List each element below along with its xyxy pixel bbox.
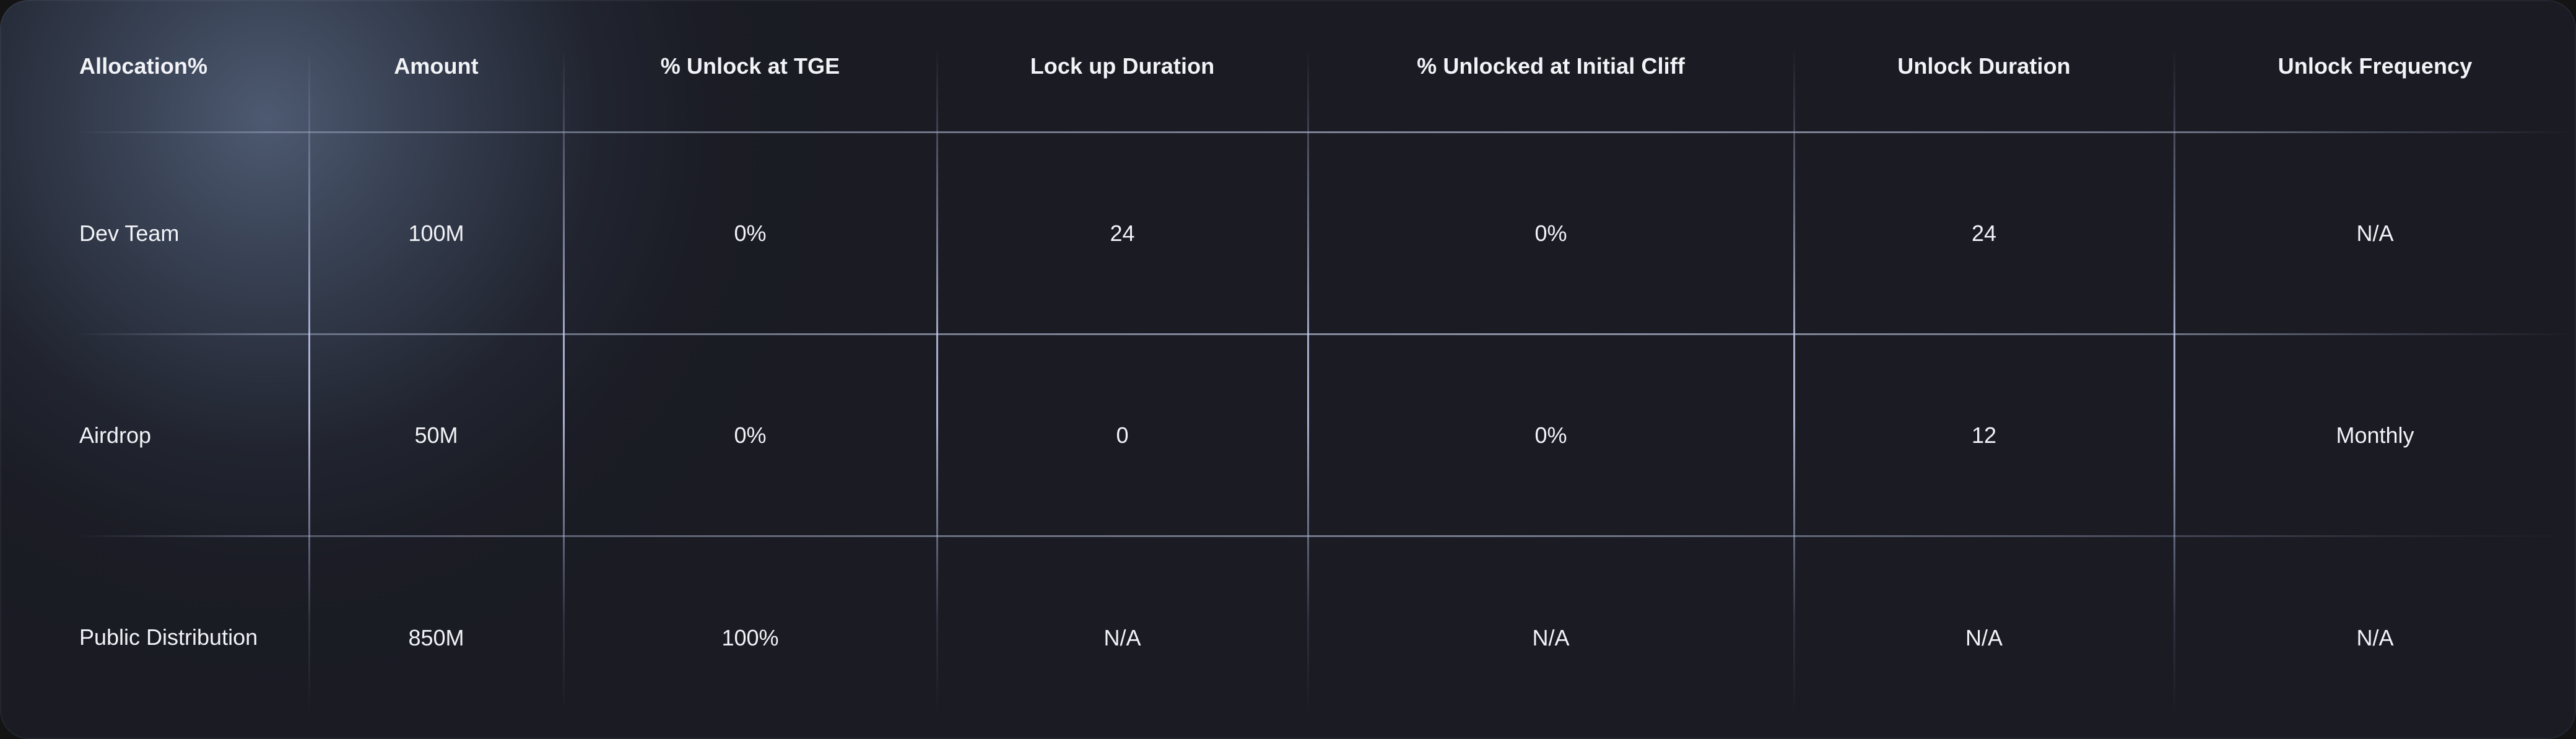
column-header-unlock-frequency-label: Unlock Frequency bbox=[2278, 53, 2473, 79]
unlock-frequency-value: Monthly bbox=[2336, 422, 2414, 448]
column-header-allocation-label: Allocation% bbox=[79, 53, 208, 79]
cell-unlock-at-tge: 100% bbox=[564, 536, 938, 739]
column-header-lock-up-duration-label: Lock up Duration bbox=[1030, 53, 1215, 79]
tokenomics-allocation-card: Allocation% Amount % Unlock at TGE Lock … bbox=[0, 0, 2576, 739]
cell-lock-up-duration: N/A bbox=[937, 536, 1309, 739]
cell-allocation: Airdrop bbox=[0, 335, 2576, 537]
amount-value: 50M bbox=[414, 422, 458, 448]
table-row[interactable]: Airdrop 50M 0% 0 0% 12 Monthly bbox=[0, 335, 2576, 537]
header-row: Allocation% Amount % Unlock at TGE Lock … bbox=[0, 0, 2576, 133]
table-row[interactable]: Public Distribution 850M 100% N/A N/A N/… bbox=[0, 536, 2576, 739]
cell-unlock-at-tge: 0% bbox=[564, 133, 938, 335]
column-header-unlock-duration[interactable]: Unlock Duration bbox=[1794, 0, 2175, 133]
unlock-frequency-value: N/A bbox=[2356, 221, 2394, 246]
table-row[interactable]: Dev Team 100M 0% 24 0% 24 N/A bbox=[0, 133, 2576, 335]
cell-unlock-frequency: Monthly bbox=[2174, 335, 2576, 536]
column-header-allocation[interactable]: Allocation% bbox=[0, 0, 2576, 133]
amount-value: 850M bbox=[408, 624, 464, 650]
amount-value: 100M bbox=[408, 221, 464, 246]
allocation-table: Allocation% Amount % Unlock at TGE Lock … bbox=[0, 0, 2576, 739]
cell-amount: 100M bbox=[309, 133, 565, 335]
lock-up-duration-value: N/A bbox=[1103, 624, 1141, 650]
table-body: Dev Team 100M 0% 24 0% 24 N/A Airdrop 50… bbox=[0, 133, 2576, 739]
unlock-frequency-value: N/A bbox=[2356, 624, 2394, 650]
cell-unlock-duration: N/A bbox=[1794, 536, 2175, 739]
column-header-unlock-frequency[interactable]: Unlock Frequency bbox=[2174, 0, 2576, 133]
column-header-amount[interactable]: Amount bbox=[309, 0, 565, 133]
cell-unlock-at-tge: 0% bbox=[564, 335, 938, 536]
cell-amount: 850M bbox=[309, 536, 565, 739]
unlock-duration-value: 12 bbox=[1971, 422, 1997, 448]
allocation-name: Airdrop bbox=[79, 422, 152, 448]
unlocked-at-initial-cliff-value: 0% bbox=[1534, 221, 1567, 246]
cell-lock-up-duration: 24 bbox=[937, 133, 1309, 335]
unlocked-at-initial-cliff-value: N/A bbox=[1532, 624, 1570, 650]
column-header-unlock-at-tge-label: % Unlock at TGE bbox=[660, 53, 840, 79]
unlock-duration-value: 24 bbox=[1971, 221, 1997, 246]
column-header-unlock-duration-label: Unlock Duration bbox=[1897, 53, 2071, 79]
column-header-unlocked-at-initial-cliff[interactable]: % Unlocked at Initial Cliff bbox=[1308, 0, 1795, 133]
cell-unlock-duration: 24 bbox=[1794, 133, 2175, 335]
cell-unlocked-at-initial-cliff: N/A bbox=[1308, 536, 1795, 739]
cell-unlock-frequency: N/A bbox=[2174, 133, 2576, 335]
cell-unlock-frequency: N/A bbox=[2174, 536, 2576, 739]
column-header-unlock-at-tge[interactable]: % Unlock at TGE bbox=[564, 0, 938, 133]
allocation-name: Public Distribution bbox=[79, 624, 258, 650]
lock-up-duration-value: 0 bbox=[1116, 422, 1129, 448]
cell-lock-up-duration: 0 bbox=[937, 335, 1309, 536]
allocation-name: Dev Team bbox=[79, 220, 180, 246]
unlock-at-tge-value: 0% bbox=[734, 221, 767, 246]
column-header-unlocked-at-initial-cliff-label: % Unlocked at Initial Cliff bbox=[1417, 53, 1685, 79]
unlock-at-tge-value: 0% bbox=[734, 422, 767, 448]
cell-unlocked-at-initial-cliff: 0% bbox=[1308, 335, 1795, 536]
unlock-at-tge-value: 100% bbox=[721, 624, 779, 650]
cell-amount: 50M bbox=[309, 335, 565, 536]
unlock-duration-value: N/A bbox=[1965, 624, 2003, 650]
column-header-lock-up-duration[interactable]: Lock up Duration bbox=[937, 0, 1309, 133]
cell-allocation: Public Distribution bbox=[0, 536, 310, 739]
cell-unlock-duration: 12 bbox=[1794, 335, 2175, 536]
column-header-amount-label: Amount bbox=[394, 53, 479, 79]
cell-unlocked-at-initial-cliff: 0% bbox=[1308, 133, 1795, 335]
lock-up-duration-value: 24 bbox=[1110, 221, 1135, 246]
cell-allocation: Dev Team bbox=[0, 133, 2576, 335]
table-header: Allocation% Amount % Unlock at TGE Lock … bbox=[0, 0, 2576, 133]
unlocked-at-initial-cliff-value: 0% bbox=[1534, 422, 1567, 448]
